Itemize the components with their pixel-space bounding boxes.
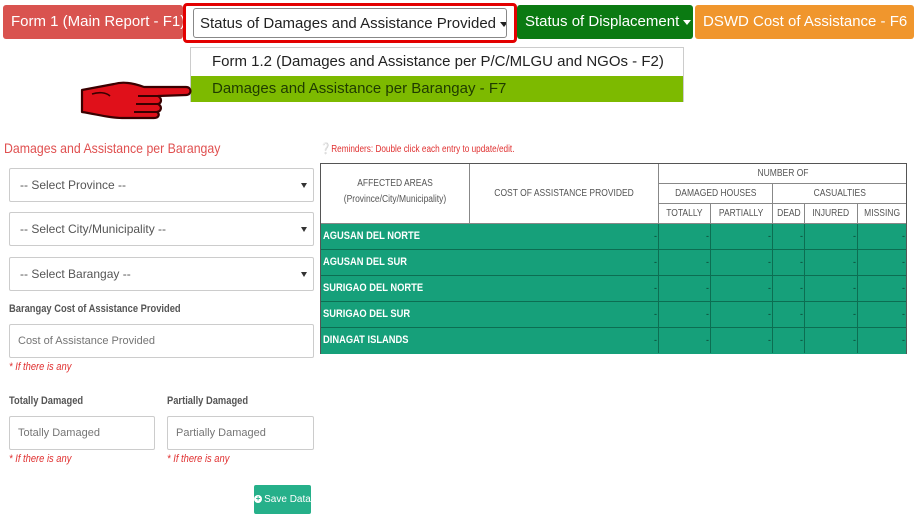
- city-select[interactable]: -- Select City/Municipality --: [9, 212, 314, 246]
- row-injured: -: [805, 276, 858, 301]
- partially-damaged-label: Partially Damaged: [167, 395, 249, 407]
- city-select-value: -- Select City/Municipality --: [20, 222, 167, 236]
- row-cost: -: [321, 250, 659, 275]
- reminder-label: Reminders: Double click each entry to up…: [331, 144, 515, 155]
- table-row[interactable]: DINAGAT ISLANDS - - - - - -: [321, 328, 906, 354]
- partially-damaged-hint: * If there is any: [167, 453, 230, 465]
- row-missing: -: [902, 309, 905, 319]
- damages-table: AFFECTED AREAS (Province/City/Municipali…: [320, 163, 907, 354]
- row-totally: -: [659, 224, 711, 249]
- tab-dswd-cost-label: DSWD Cost of Assistance - F6: [703, 13, 908, 30]
- row-totally: -: [659, 328, 711, 353]
- header-missing-label: MISSING: [864, 208, 900, 219]
- info-icon: ❔​: [320, 143, 332, 155]
- tab-dswd-cost[interactable]: DSWD Cost of Assistance - F6: [695, 5, 914, 39]
- row-injured: -: [805, 328, 858, 353]
- row-dead: -: [773, 276, 805, 301]
- row-cost: -: [321, 276, 659, 301]
- header-damaged-houses: DAMAGED HOUSES: [659, 184, 773, 204]
- header-dead: DEAD: [773, 204, 805, 224]
- province-select-value: -- Select Province --: [20, 178, 127, 192]
- totally-damaged-input[interactable]: [9, 416, 155, 450]
- row-partially: -: [711, 224, 773, 249]
- tab-form1-main-report[interactable]: Form 1 (Main Report - F1): [3, 5, 183, 39]
- row-dead: -: [773, 250, 805, 275]
- row-partially: -: [711, 328, 773, 353]
- header-partially: PARTIALLY: [711, 204, 773, 224]
- caret-down-icon: [683, 19, 692, 25]
- plus-circle-icon: +: [254, 494, 263, 504]
- table-row[interactable]: AGUSAN DEL SUR - - - - - -: [321, 250, 906, 276]
- header-number-of: NUMBER OF: [659, 164, 906, 184]
- cost-hint: * If there is any: [9, 361, 72, 373]
- header-cost-label: COST OF ASSISTANCE PROVIDED: [494, 188, 634, 199]
- header-partially-label: PARTIALLY: [719, 208, 764, 219]
- header-affected-areas: AFFECTED AREAS (Province/City/Municipali…: [321, 164, 470, 224]
- row-missing: -: [902, 257, 905, 267]
- tab-status-of-displacement[interactable]: Status of Displacement: [517, 5, 693, 39]
- save-data-label: Save Data: [264, 494, 311, 505]
- row-injured: -: [805, 302, 858, 327]
- save-data-button[interactable]: + Save Data: [254, 485, 311, 514]
- table-row[interactable]: SURIGAO DEL SUR - - - - - -: [321, 302, 906, 328]
- row-injured: -: [805, 224, 858, 249]
- reminder-text: ❔​Reminders: Double click each entry to …: [320, 142, 514, 155]
- select-arrow-icon: [301, 227, 307, 232]
- totally-damaged-label: Totally Damaged: [9, 395, 84, 407]
- barangay-select[interactable]: -- Select Barangay --: [9, 257, 314, 291]
- row-dead: -: [773, 224, 805, 249]
- tab-status-of-damages-label: Status of Damages and Assistance Provide…: [200, 15, 497, 32]
- header-damaged-houses-label: DAMAGED HOUSES: [674, 188, 757, 199]
- row-cost: -: [321, 224, 659, 249]
- header-affected-areas-sub: (Province/City/Municipality): [343, 194, 447, 205]
- cost-input[interactable]: [9, 324, 314, 358]
- totally-damaged-hint: * If there is any: [9, 453, 72, 465]
- select-arrow-icon: [301, 183, 307, 188]
- header-totally-label: TOTALLY: [666, 208, 703, 219]
- tab-status-of-displacement-label: Status of Displacement: [525, 13, 680, 30]
- row-partially: -: [711, 276, 773, 301]
- caret-down-icon: [500, 21, 506, 27]
- highlight-box: Status of Damages and Assistance Provide…: [183, 3, 517, 43]
- form-title: Damages and Assistance per Barangay: [4, 140, 221, 156]
- header-injured-label: INJURED: [812, 208, 850, 219]
- header-injured: INJURED: [805, 204, 858, 224]
- table-row[interactable]: AGUSAN DEL NORTE - - - - - -: [321, 224, 906, 250]
- row-injured: -: [805, 250, 858, 275]
- barangay-select-value: -- Select Barangay --: [20, 267, 131, 281]
- dropdown-menu: Form 1.2 (Damages and Assistance per P/C…: [190, 47, 684, 102]
- row-partially: -: [711, 250, 773, 275]
- row-totally: -: [659, 250, 711, 275]
- header-missing: MISSING: [858, 204, 906, 224]
- cost-label: Barangay Cost of Assistance Provided: [9, 303, 181, 315]
- header-totally: TOTALLY: [659, 204, 711, 224]
- row-cost: -: [321, 302, 659, 327]
- province-select[interactable]: -- Select Province --: [9, 168, 314, 202]
- row-dead: -: [773, 302, 805, 327]
- tab-status-of-damages[interactable]: Status of Damages and Assistance Provide…: [193, 8, 507, 38]
- row-missing: -: [902, 231, 905, 241]
- header-casualties: CASUALTIES: [773, 184, 906, 204]
- header-number-of-label: NUMBER OF: [757, 168, 808, 179]
- row-totally: -: [659, 302, 711, 327]
- menu-item-form-1-2[interactable]: Form 1.2 (Damages and Assistance per P/C…: [191, 49, 683, 75]
- header-casualties-label: CASUALTIES: [813, 188, 866, 199]
- header-dead-label: DEAD: [776, 208, 801, 219]
- menu-item-damages-per-barangay[interactable]: Damages and Assistance per Barangay - F7: [191, 76, 683, 102]
- partially-damaged-input[interactable]: [167, 416, 314, 450]
- table-row[interactable]: SURIGAO DEL NORTE - - - - - -: [321, 276, 906, 302]
- pointing-hand-icon: [80, 81, 192, 120]
- row-missing: -: [902, 283, 905, 293]
- select-arrow-icon: [301, 272, 307, 277]
- row-dead: -: [773, 328, 805, 353]
- row-missing: -: [902, 335, 905, 345]
- tab-form1-label: Form 1 (Main Report - F1): [11, 13, 183, 30]
- row-totally: -: [659, 276, 711, 301]
- row-cost: -: [321, 328, 659, 353]
- header-affected-areas-label: AFFECTED AREAS: [357, 178, 433, 189]
- row-partially: -: [711, 302, 773, 327]
- header-cost: COST OF ASSISTANCE PROVIDED: [470, 164, 659, 224]
